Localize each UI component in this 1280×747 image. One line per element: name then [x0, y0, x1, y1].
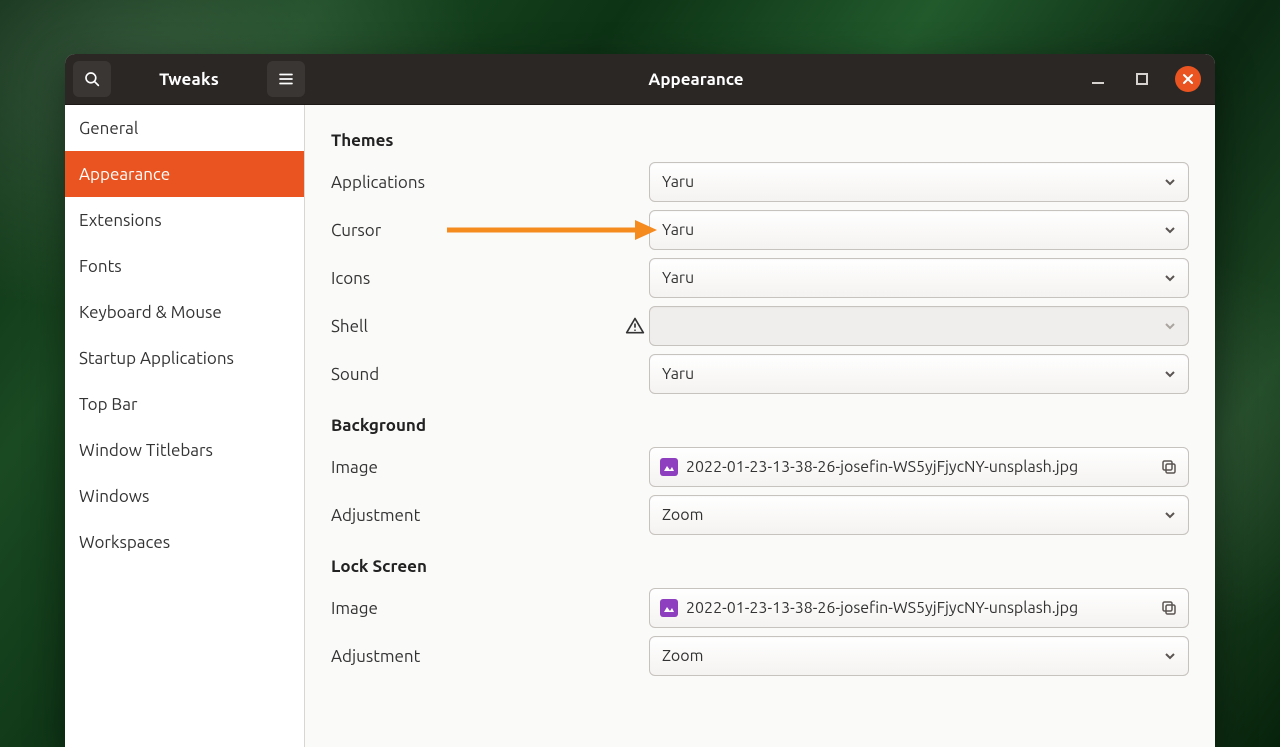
app-title: Tweaks [125, 70, 253, 89]
row-background-image: Image 2022-01-23-13-38-26-josefin-WS5yjF… [331, 443, 1189, 491]
label-background-image: Image [331, 458, 649, 477]
content-pane: Themes Applications Yaru Cursor Yaru [305, 105, 1215, 747]
section-title-background: Background [331, 416, 1189, 435]
row-sound: Sound Yaru [331, 350, 1189, 398]
row-applications: Applications Yaru [331, 158, 1189, 206]
select-cursor[interactable]: Yaru [649, 210, 1189, 250]
sidebar-item-top-bar[interactable]: Top Bar [65, 381, 304, 427]
minimize-icon [1091, 72, 1105, 86]
select-applications[interactable]: Yaru [649, 162, 1189, 202]
select-lockscreen-adjustment[interactable]: Zoom [649, 636, 1189, 676]
chevron-down-icon [1164, 272, 1176, 284]
close-button[interactable] [1175, 66, 1201, 92]
maximize-icon [1136, 73, 1148, 85]
row-shell: Shell [331, 302, 1189, 350]
label-shell: Shell [331, 317, 621, 336]
sidebar-item-fonts[interactable]: Fonts [65, 243, 304, 289]
label-sound: Sound [331, 365, 649, 384]
chevron-down-icon [1164, 650, 1176, 662]
sidebar-item-label: Startup Applications [79, 349, 234, 368]
hamburger-icon [277, 70, 295, 88]
select-value: Yaru [662, 173, 694, 191]
select-value: Zoom [662, 506, 703, 524]
chevron-down-icon [1164, 224, 1176, 236]
section-title-lockscreen: Lock Screen [331, 557, 1189, 576]
select-value: Zoom [662, 647, 703, 665]
label-lockscreen-image: Image [331, 599, 649, 618]
sidebar-item-keyboard-mouse[interactable]: Keyboard & Mouse [65, 289, 304, 335]
label-icons: Icons [331, 269, 649, 288]
sidebar-item-label: Windows [79, 487, 149, 506]
label-lockscreen-adjustment: Adjustment [331, 647, 649, 666]
select-value: Yaru [662, 269, 694, 287]
browse-icon [1160, 599, 1178, 617]
sidebar-item-label: Appearance [79, 165, 170, 184]
chevron-down-icon [1164, 320, 1176, 332]
maximize-button[interactable] [1131, 68, 1153, 90]
minimize-button[interactable] [1087, 68, 1109, 90]
sidebar-item-label: Window Titlebars [79, 441, 213, 460]
image-file-icon [660, 599, 678, 617]
file-name: 2022-01-23-13-38-26-josefin-WS5yjFjycNY-… [686, 458, 1152, 476]
page-title: Appearance [305, 70, 1087, 89]
sidebar-item-appearance[interactable]: Appearance [65, 151, 304, 197]
row-lockscreen-adjustment: Adjustment Zoom [331, 632, 1189, 680]
row-lockscreen-image: Image 2022-01-23-13-38-26-josefin-WS5yjF… [331, 584, 1189, 632]
sidebar-item-windows[interactable]: Windows [65, 473, 304, 519]
app-window: Tweaks Appearance General Appearance Ext… [65, 54, 1215, 747]
hamburger-button[interactable] [267, 61, 305, 97]
sidebar-item-extensions[interactable]: Extensions [65, 197, 304, 243]
label-applications: Applications [331, 173, 649, 192]
chevron-down-icon [1164, 368, 1176, 380]
row-cursor: Cursor Yaru [331, 206, 1189, 254]
sidebar-item-workspaces[interactable]: Workspaces [65, 519, 304, 565]
image-file-icon [660, 458, 678, 476]
section-title-themes: Themes [331, 131, 1189, 150]
row-icons: Icons Yaru [331, 254, 1189, 302]
window-body: General Appearance Extensions Fonts Keyb… [65, 105, 1215, 747]
sidebar: General Appearance Extensions Fonts Keyb… [65, 105, 305, 747]
search-icon [83, 70, 101, 88]
titlebar-left-group: Tweaks [65, 61, 305, 97]
sidebar-item-general[interactable]: General [65, 105, 304, 151]
browse-icon [1160, 458, 1178, 476]
chevron-down-icon [1164, 176, 1176, 188]
warning-icon [621, 316, 649, 336]
sidebar-item-label: Fonts [79, 257, 122, 276]
sidebar-item-window-titlebars[interactable]: Window Titlebars [65, 427, 304, 473]
sidebar-item-label: General [79, 119, 138, 138]
select-background-adjustment[interactable]: Zoom [649, 495, 1189, 535]
label-cursor: Cursor [331, 221, 649, 240]
window-controls [1087, 66, 1215, 92]
sidebar-item-label: Workspaces [79, 533, 170, 552]
row-background-adjustment: Adjustment Zoom [331, 491, 1189, 539]
select-value: Yaru [662, 365, 694, 383]
sidebar-item-label: Keyboard & Mouse [79, 303, 222, 322]
sidebar-item-label: Extensions [79, 211, 162, 230]
file-name: 2022-01-23-13-38-26-josefin-WS5yjFjycNY-… [686, 599, 1152, 617]
select-icons[interactable]: Yaru [649, 258, 1189, 298]
close-icon [1182, 73, 1194, 85]
label-background-adjustment: Adjustment [331, 506, 649, 525]
file-chooser-background-image[interactable]: 2022-01-23-13-38-26-josefin-WS5yjFjycNY-… [649, 447, 1189, 487]
sidebar-item-startup-applications[interactable]: Startup Applications [65, 335, 304, 381]
select-shell [649, 306, 1189, 346]
file-chooser-lockscreen-image[interactable]: 2022-01-23-13-38-26-josefin-WS5yjFjycNY-… [649, 588, 1189, 628]
search-button[interactable] [73, 61, 111, 97]
select-sound[interactable]: Yaru [649, 354, 1189, 394]
sidebar-item-label: Top Bar [79, 395, 137, 414]
chevron-down-icon [1164, 509, 1176, 521]
titlebar: Tweaks Appearance [65, 54, 1215, 105]
select-value: Yaru [662, 221, 694, 239]
